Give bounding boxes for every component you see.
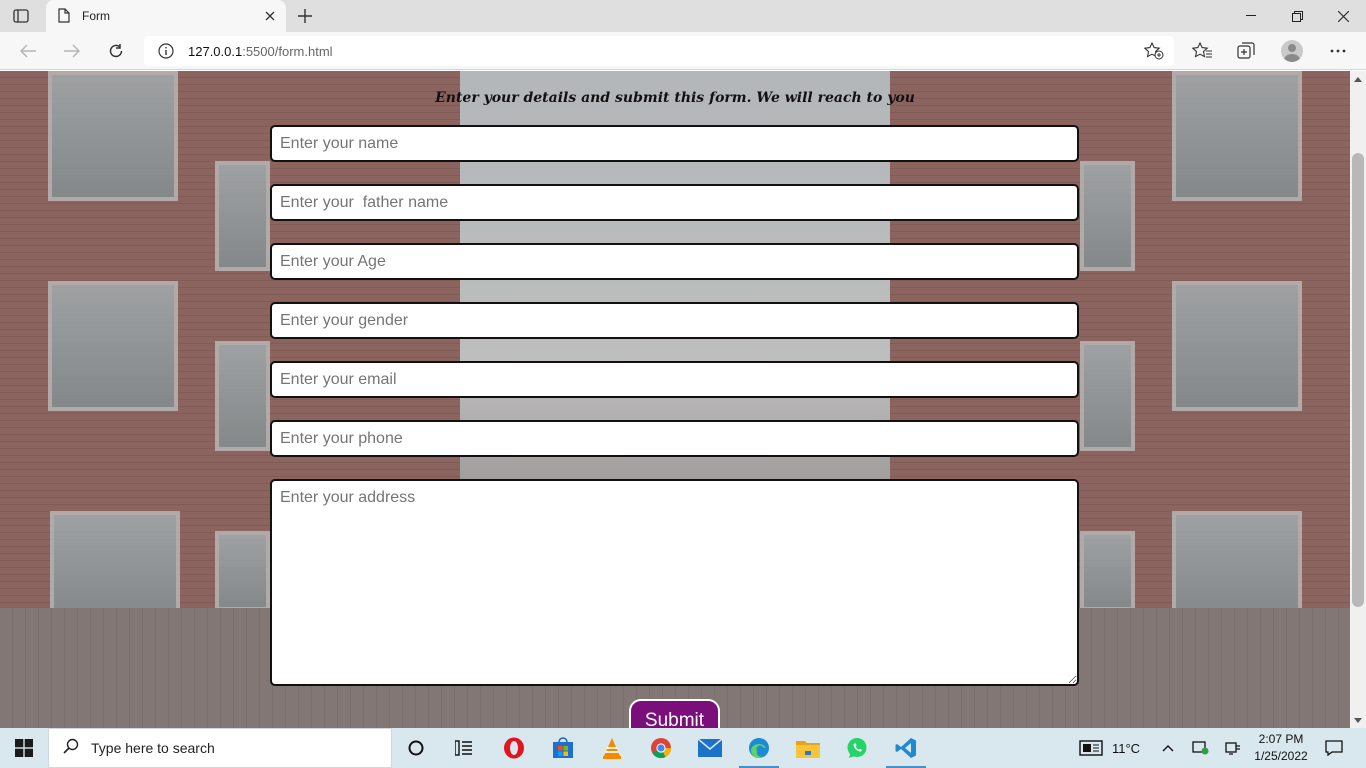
add-favorite-icon[interactable] (1144, 42, 1164, 60)
close-window-icon[interactable] (1320, 0, 1366, 32)
search-icon (63, 738, 79, 759)
tab-form[interactable]: Form (46, 0, 286, 32)
favorites-icon[interactable] (1188, 38, 1216, 64)
browser-tab-strip: Form (0, 0, 1366, 32)
phone-field[interactable] (270, 420, 1079, 457)
minimize-icon[interactable] (1228, 0, 1274, 32)
opera-icon[interactable] (490, 728, 538, 768)
scroll-thumb[interactable] (1352, 153, 1364, 607)
address-field[interactable] (270, 479, 1079, 686)
chrome-icon[interactable] (637, 728, 685, 768)
page-viewport: Enter your details and submit this form.… (0, 71, 1350, 728)
weather-temperature[interactable]: 11°C (1106, 728, 1146, 768)
email-field[interactable] (270, 361, 1079, 398)
site-info-icon[interactable] (158, 43, 174, 59)
chevron-up-icon[interactable] (1158, 728, 1178, 768)
gender-field[interactable] (270, 302, 1079, 339)
whatsapp-icon[interactable] (833, 728, 881, 768)
vscode-icon[interactable] (882, 728, 930, 768)
clock-date: 1/25/2022 (1254, 749, 1308, 763)
file-explorer-icon[interactable] (784, 728, 832, 768)
tab-title: Form (82, 9, 110, 23)
avatar (1281, 40, 1303, 62)
taskbar-clock[interactable]: 2:07 PM 1/25/2022 (1246, 731, 1316, 765)
windows-start-icon[interactable] (0, 728, 48, 768)
submit-button[interactable]: Submit (629, 699, 720, 728)
more-icon[interactable] (1324, 38, 1352, 64)
search-placeholder: Type here to search (91, 740, 215, 756)
url-host: 127.0.0.1 (188, 43, 243, 59)
meet-now-icon[interactable] (1190, 728, 1212, 768)
vlc-icon[interactable] (588, 728, 636, 768)
new-tab-icon[interactable] (292, 4, 318, 28)
age-field[interactable] (270, 243, 1079, 280)
task-view-icon[interactable] (392, 728, 440, 768)
taskbar-search-box[interactable]: Type here to search (48, 728, 392, 768)
restore-icon[interactable] (1274, 0, 1320, 32)
notifications-icon[interactable] (1320, 728, 1348, 768)
forward-icon[interactable] (57, 37, 87, 65)
widgets-icon[interactable] (440, 728, 488, 768)
url-path: :5500/form.html (242, 43, 333, 59)
store-icon[interactable] (539, 728, 587, 768)
refresh-icon[interactable] (101, 37, 131, 65)
page-icon (58, 8, 72, 24)
form-subtitle: Enter your details and submit this form.… (435, 90, 915, 106)
tab-actions-icon[interactable] (10, 6, 32, 26)
network-icon[interactable] (1222, 728, 1244, 768)
weather-icon[interactable] (1076, 728, 1106, 768)
page-scrollbar[interactable] (1350, 71, 1366, 728)
father-name-field[interactable] (270, 184, 1079, 221)
back-icon[interactable] (13, 37, 43, 65)
close-tab-icon[interactable] (258, 4, 282, 28)
name-field[interactable] (270, 125, 1079, 162)
address-bar[interactable]: 127.0.0.1 :5500/form.html (144, 36, 1174, 66)
scroll-down-icon[interactable] (1350, 712, 1366, 728)
edge-icon[interactable] (735, 728, 783, 768)
scroll-up-icon[interactable] (1350, 71, 1366, 87)
browser-toolbar: 127.0.0.1 :5500/form.html (0, 32, 1366, 70)
profile-avatar[interactable] (1278, 38, 1306, 64)
mail-icon[interactable] (686, 728, 734, 768)
windows-taskbar: Type here to search 11°C 2:07 PM 1/25/20… (0, 728, 1366, 768)
collections-icon[interactable] (1232, 38, 1260, 64)
clock-time: 2:07 PM (1258, 732, 1304, 746)
